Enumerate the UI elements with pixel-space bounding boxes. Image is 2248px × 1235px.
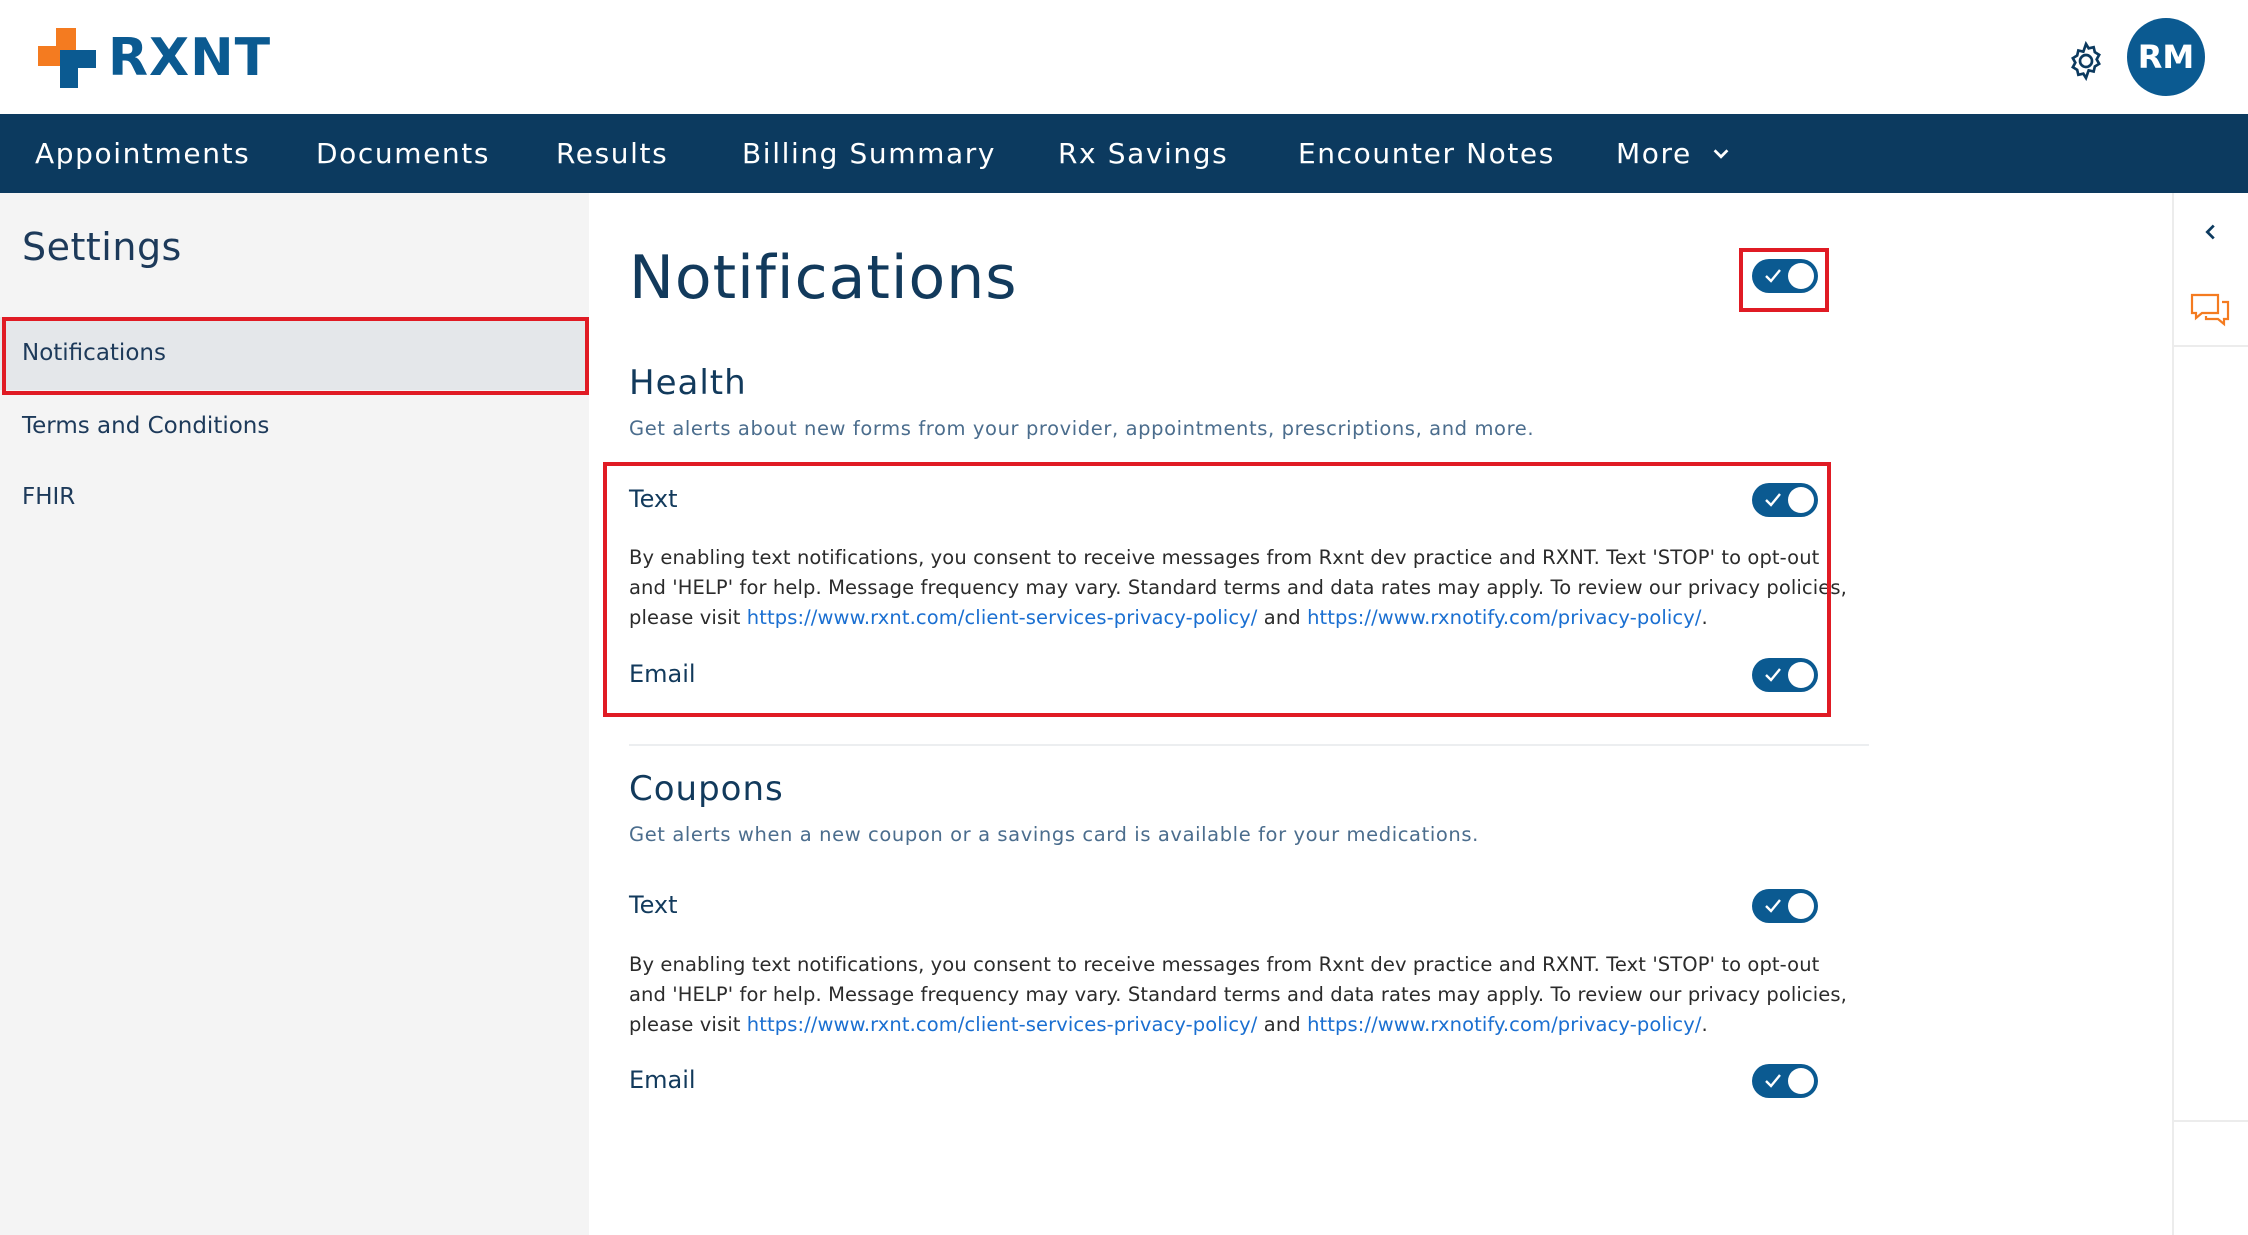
notifications-panel: Notifications Health Get alerts about ne… bbox=[589, 193, 2172, 1235]
health-email-label: Email bbox=[629, 660, 696, 688]
chat-icon[interactable] bbox=[2188, 289, 2232, 331]
nav-encounter-notes[interactable]: Encounter Notes bbox=[1298, 114, 1555, 193]
section-divider bbox=[629, 744, 1869, 746]
consent-end: . bbox=[1701, 606, 1708, 629]
toggle-knob bbox=[1788, 662, 1814, 688]
coupons-section-title: Coupons bbox=[629, 769, 784, 809]
nav-billing-summary[interactable]: Billing Summary bbox=[742, 114, 996, 193]
check-icon bbox=[1765, 493, 1781, 507]
master-notifications-toggle[interactable] bbox=[1752, 259, 1818, 293]
nav-rx-savings[interactable]: Rx Savings bbox=[1058, 114, 1228, 193]
sidebar-title: Settings bbox=[22, 225, 182, 269]
consent-line-1: By enabling text notifications, you cons… bbox=[629, 546, 1820, 569]
toggle-knob bbox=[1788, 893, 1814, 919]
rail-divider bbox=[2174, 345, 2248, 347]
toggle-knob bbox=[1788, 1068, 1814, 1094]
health-text-consent: By enabling text notifications, you cons… bbox=[629, 543, 1869, 633]
nav-more-label: More bbox=[1616, 137, 1692, 170]
toggle-knob bbox=[1788, 487, 1814, 513]
coupons-text-label: Text bbox=[629, 891, 678, 919]
rxnt-privacy-policy-link[interactable]: https://www.rxnt.com/client-services-pri… bbox=[747, 1013, 1258, 1036]
health-section-description: Get alerts about new forms from your pro… bbox=[629, 417, 1535, 440]
consent-line-2: and 'HELP' for help. Message frequency m… bbox=[629, 983, 1847, 1006]
consent-prefix: please visit bbox=[629, 1013, 747, 1036]
chevron-left-icon[interactable] bbox=[2200, 221, 2222, 243]
check-icon bbox=[1765, 899, 1781, 913]
rxnt-logo[interactable]: RXNT bbox=[36, 26, 271, 90]
rail-divider bbox=[2174, 1120, 2248, 1122]
coupons-email-label: Email bbox=[629, 1066, 696, 1094]
chevron-down-icon bbox=[1713, 149, 1729, 159]
coupons-section-description: Get alerts when a new coupon or a saving… bbox=[629, 823, 1479, 846]
check-icon bbox=[1765, 1074, 1781, 1088]
app-header: RXNT RM bbox=[0, 0, 2248, 114]
coupons-email-toggle[interactable] bbox=[1752, 1064, 1818, 1098]
avatar[interactable]: RM bbox=[2127, 18, 2205, 96]
consent-end: . bbox=[1701, 1013, 1708, 1036]
rxnotify-privacy-policy-link[interactable]: https://www.rxnotify.com/privacy-policy/ bbox=[1307, 606, 1701, 629]
toggle-knob bbox=[1788, 263, 1814, 289]
health-section-title: Health bbox=[629, 363, 747, 403]
sidebar-item-terms-and-conditions[interactable]: Terms and Conditions bbox=[0, 390, 589, 463]
consent-line-1: By enabling text notifications, you cons… bbox=[629, 953, 1820, 976]
consent-line-2: and 'HELP' for help. Message frequency m… bbox=[629, 576, 1847, 599]
right-rail bbox=[2172, 193, 2248, 1235]
sidebar-item-notifications[interactable]: Notifications bbox=[0, 317, 589, 390]
nav-documents[interactable]: Documents bbox=[316, 114, 490, 193]
consent-and: and bbox=[1257, 1013, 1308, 1036]
check-icon bbox=[1765, 668, 1781, 682]
health-email-toggle[interactable] bbox=[1752, 658, 1818, 692]
nav-results[interactable]: Results bbox=[556, 114, 668, 193]
consent-prefix: please visit bbox=[629, 606, 747, 629]
main-nav: Appointments Documents Results Billing S… bbox=[0, 114, 2248, 193]
coupons-text-toggle[interactable] bbox=[1752, 889, 1818, 923]
settings-sidebar: Settings Notifications Terms and Conditi… bbox=[0, 193, 589, 1235]
check-icon bbox=[1765, 269, 1781, 283]
page-title: Notifications bbox=[629, 243, 1018, 313]
rxnotify-privacy-policy-link[interactable]: https://www.rxnotify.com/privacy-policy/ bbox=[1307, 1013, 1701, 1036]
rxnt-privacy-policy-link[interactable]: https://www.rxnt.com/client-services-pri… bbox=[747, 606, 1258, 629]
health-text-toggle[interactable] bbox=[1752, 483, 1818, 517]
consent-and: and bbox=[1257, 606, 1308, 629]
nav-appointments[interactable]: Appointments bbox=[35, 114, 250, 193]
cross-logo-icon bbox=[38, 28, 96, 88]
health-text-label: Text bbox=[629, 485, 678, 513]
brand-name: RXNT bbox=[108, 28, 272, 88]
coupons-text-consent: By enabling text notifications, you cons… bbox=[629, 950, 1869, 1040]
sidebar-item-fhir[interactable]: FHIR bbox=[0, 461, 589, 534]
gear-icon[interactable] bbox=[2066, 41, 2106, 81]
nav-more[interactable]: More bbox=[1616, 114, 1732, 193]
